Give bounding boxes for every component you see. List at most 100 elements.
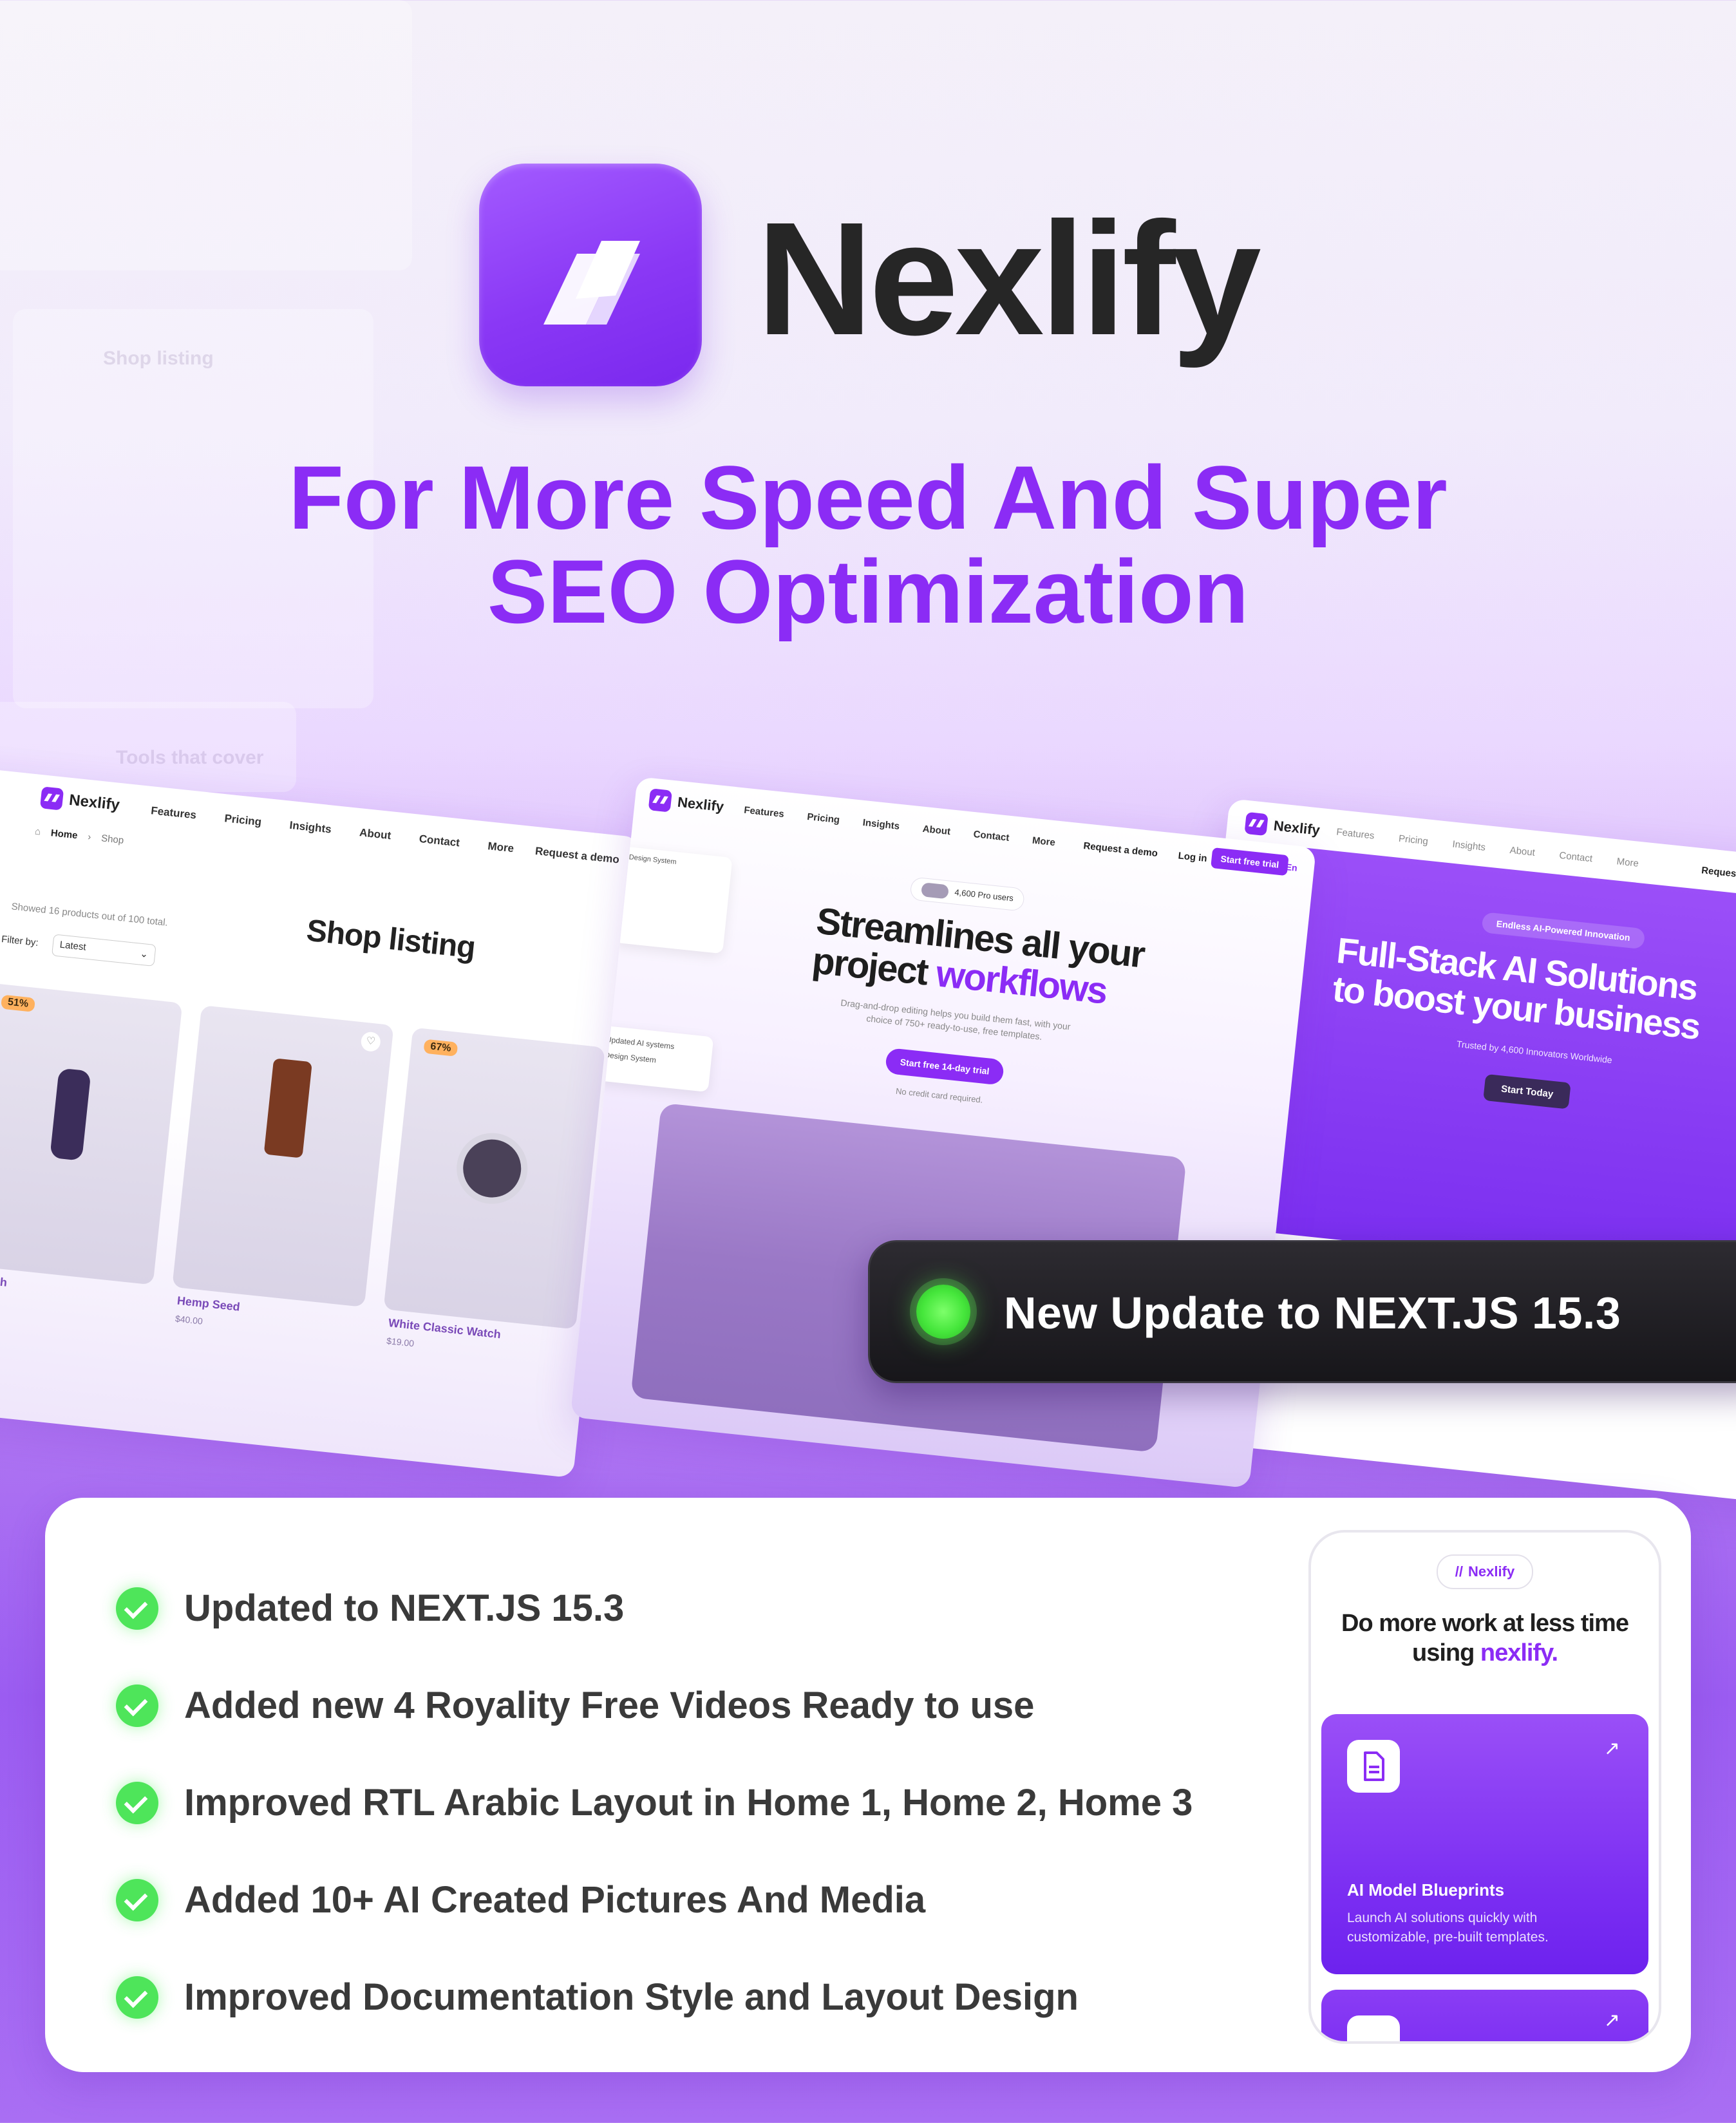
phone-title: Do more work at less time using nexlify.: [1311, 1609, 1659, 1668]
brand-mark-icon: [1244, 811, 1269, 836]
chevron-right-icon: ›: [87, 831, 92, 843]
breadcrumb-current: Shop: [100, 833, 124, 846]
product-name[interactable]: Hemp Seed: [176, 1294, 241, 1314]
nav-insights[interactable]: Insights: [289, 819, 332, 836]
filter-value: Latest: [59, 939, 87, 953]
document-icon: [1347, 1740, 1400, 1793]
nav-more[interactable]: More: [1616, 856, 1639, 869]
phone-title-line-2: using nexlify.: [1311, 1638, 1659, 1668]
feature-item: Improved RTL Arabic Layout in Home 1, Ho…: [116, 1754, 1193, 1851]
product-price: $19.00: [386, 1335, 415, 1349]
product-card[interactable]: ♡ Hemp Seed $40.00: [172, 1005, 394, 1326]
feature-text: Added 10+ AI Created Pictures And Media: [184, 1878, 926, 1921]
side-item[interactable]: Design System: [628, 853, 725, 871]
nav-more[interactable]: More: [1032, 835, 1055, 849]
check-icon: [116, 1878, 158, 1921]
product-price: $40.00: [175, 1313, 203, 1326]
product-card[interactable]: 51% t Watch 00: [0, 983, 183, 1289]
login-link[interactable]: Log in: [1178, 850, 1208, 864]
feature-text: Improved RTL Arabic Layout in Home 1, Ho…: [184, 1781, 1193, 1824]
request-demo-link[interactable]: Request a demo: [534, 845, 620, 867]
chevron-down-icon: ⌄: [139, 948, 149, 960]
arrow-up-right-icon[interactable]: ↗: [1604, 2009, 1620, 2032]
request-demo-link[interactable]: Request a demo: [1083, 840, 1158, 859]
nav-pricing[interactable]: Pricing: [1398, 833, 1428, 847]
language-selector[interactable]: En: [1285, 862, 1297, 873]
product-name[interactable]: t Watch: [0, 1272, 8, 1290]
side-panel: Updated AI systems Design System: [592, 1024, 714, 1093]
shop-brand[interactable]: Nexlify: [39, 786, 121, 816]
nav-insights[interactable]: Insights: [1452, 839, 1486, 853]
hero-badge: Endless AI-Powered Innovation: [1481, 912, 1646, 950]
side-item[interactable]: Design System: [604, 1050, 703, 1070]
workflows-brand[interactable]: Nexlify: [648, 788, 725, 818]
feature-item: Added new 4 Royality Free Videos Ready t…: [116, 1657, 1193, 1754]
start-trial-cta[interactable]: Start free 14-day trial: [884, 1047, 1005, 1086]
blueprint-card[interactable]: ↗ AI Model Blueprints Launch AI solution…: [1321, 1714, 1648, 1974]
features-card: Updated to NEXT.JS 15.3 Added new 4 Roya…: [45, 1498, 1691, 2072]
brand-mark-icon: [648, 788, 673, 813]
update-text: New Update to NEXT.JS 15.3: [1004, 1288, 1621, 1338]
arrow-up-right-icon[interactable]: ↗: [1604, 1737, 1620, 1760]
status-dot-icon: [916, 1285, 970, 1339]
feature-item: Added 10+ AI Created Pictures And Media: [116, 1851, 1193, 1948]
discount-badge: 67%: [423, 1039, 458, 1057]
side-panel: Design System: [613, 846, 733, 954]
start-free-trial-button[interactable]: Start free trial: [1211, 847, 1289, 876]
app-logo: [479, 164, 702, 386]
side-item[interactable]: Updated AI systems: [605, 1035, 704, 1054]
breadcrumb: ⌂ Home › Shop: [34, 826, 124, 846]
card-icon: [1347, 2015, 1400, 2041]
feature-item: Updated to NEXT.JS 15.3: [116, 1560, 1193, 1657]
phone-title-line-1: Do more work at less time: [1341, 1610, 1629, 1637]
nav-contact[interactable]: Contact: [419, 833, 460, 850]
nav-insights[interactable]: Insights: [862, 817, 900, 832]
filter-label: Filter by:: [1, 934, 39, 948]
start-today-button[interactable]: Start Today: [1483, 1073, 1572, 1109]
nav-more[interactable]: More: [487, 840, 514, 855]
nav-features[interactable]: Features: [744, 805, 785, 820]
next-card[interactable]: ↗: [1321, 1990, 1648, 2041]
phone-mockup: // Nexlify Do more work at less time usi…: [1308, 1530, 1661, 2044]
phone-title-plain: using: [1411, 1639, 1475, 1666]
home-icon: ⌂: [34, 826, 41, 838]
nav-pricing[interactable]: Pricing: [224, 812, 262, 829]
background-title: Shop listing: [103, 348, 214, 369]
nav-features[interactable]: Features: [1336, 827, 1375, 842]
feature-text: Added new 4 Royality Free Videos Ready t…: [184, 1684, 1035, 1726]
nav-about[interactable]: About: [359, 826, 392, 842]
nav-about[interactable]: About: [922, 824, 951, 837]
filter-select[interactable]: Latest ⌄: [52, 934, 156, 967]
headline-line-1: For More Speed And Super: [288, 447, 1448, 548]
watch-image: [453, 1129, 531, 1208]
background-title: Tools that cover: [116, 747, 264, 768]
nav-about[interactable]: About: [1509, 845, 1536, 858]
check-icon: [116, 1781, 158, 1824]
breadcrumb-home[interactable]: Home: [50, 827, 78, 841]
feature-item: Improved Documentation Style and Layout …: [116, 1948, 1193, 2046]
nav-features[interactable]: Features: [150, 804, 196, 822]
pro-users-text: 4,600 Pro users: [954, 887, 1014, 903]
phone-brand-pill[interactable]: // Nexlify: [1437, 1554, 1533, 1589]
brand-name: Nexlify: [757, 189, 1261, 368]
nav-contact[interactable]: Contact: [973, 829, 1010, 844]
discount-badge: 51%: [0, 994, 36, 1012]
phone-title-accent: nexlify.: [1480, 1639, 1558, 1666]
brand-mark-icon: //: [1455, 1563, 1464, 1580]
heart-icon[interactable]: ♡: [360, 1031, 382, 1053]
card-description: Launch AI solutions quickly with customi…: [1347, 1911, 1549, 1945]
check-icon: [116, 1587, 158, 1630]
shop-nav: Features Pricing Insights About Contact …: [150, 804, 514, 855]
feature-text: Updated to NEXT.JS 15.3: [184, 1587, 625, 1629]
workflows-nav: Features Pricing Insights About Contact …: [744, 805, 1056, 849]
shop-listing-screenshot: Nexlify Features Pricing Insights About …: [0, 766, 641, 1478]
trusted-text: Trusted by 4,600 Innovators Worldwide: [1456, 1038, 1613, 1066]
nav-contact[interactable]: Contact: [1559, 850, 1593, 864]
request-demo-link[interactable]: Request a demo: [1701, 865, 1736, 883]
headline: For More Speed And Super SEO Optimizatio…: [0, 451, 1736, 639]
bottle-image: [263, 1058, 312, 1158]
product-card[interactable]: 67% White Classic Watch $19.00: [383, 1027, 605, 1348]
nav-pricing[interactable]: Pricing: [807, 811, 840, 826]
avatar-group: [920, 882, 950, 900]
ai-brand[interactable]: Nexlify: [1244, 811, 1321, 842]
